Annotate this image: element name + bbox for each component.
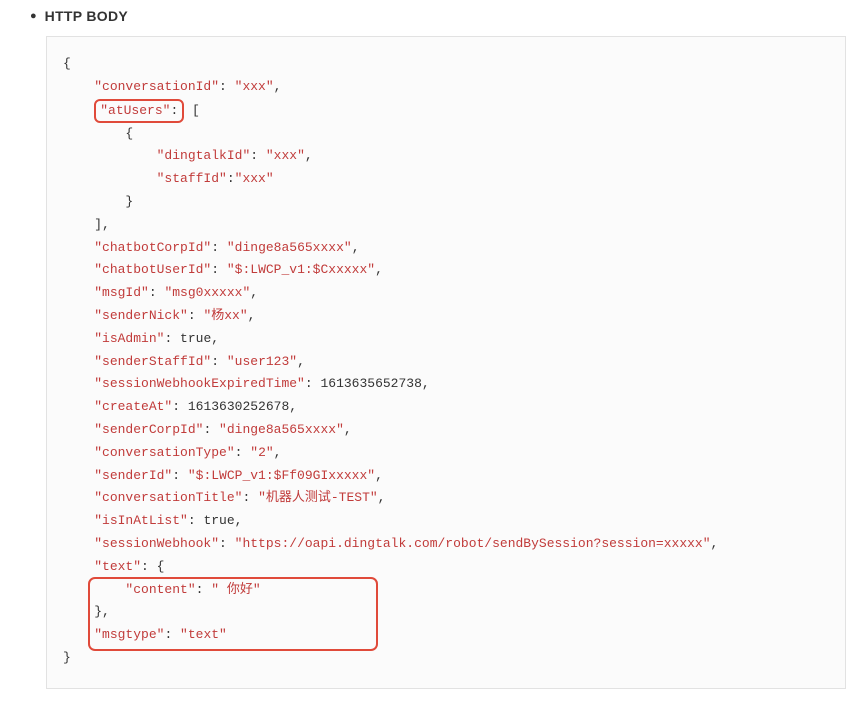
val-dingtalkId: "xxx" xyxy=(266,148,305,163)
val-senderNick: "杨xx" xyxy=(203,308,247,323)
val-createAt: 1613630252678 xyxy=(188,399,289,414)
key-chatbotCorpId: "chatbotCorpId" xyxy=(94,240,211,255)
key-dingtalkId: "dingtalkId" xyxy=(157,148,251,163)
val-msgtype: "text" xyxy=(180,627,227,642)
code-block: { "conversationId": "xxx", "atUsers": [ … xyxy=(46,36,846,689)
key-msgId: "msgId" xyxy=(94,285,149,300)
key-senderNick: "senderNick" xyxy=(94,308,188,323)
val-sessionWebhook: "https://oapi.dingtalk.com/robot/sendByS… xyxy=(235,536,711,551)
val-content: " 你好" xyxy=(211,582,260,597)
key-atUsers: "atUsers" xyxy=(100,103,170,118)
val-staffId: "xxx" xyxy=(235,171,274,186)
val-conversationType: "2" xyxy=(250,445,273,460)
val-msgId: "msg0xxxxx" xyxy=(164,285,250,300)
key-conversationTitle: "conversationTitle" xyxy=(94,490,242,505)
key-staffId: "staffId" xyxy=(157,171,227,186)
val-isAdmin: true xyxy=(180,331,211,346)
val-isInAtList: true xyxy=(203,513,234,528)
key-senderStaffId: "senderStaffId" xyxy=(94,354,211,369)
key-isInAtList: "isInAtList" xyxy=(94,513,188,528)
val-conversationId: "xxx" xyxy=(235,79,274,94)
key-senderCorpId: "senderCorpId" xyxy=(94,422,203,437)
val-senderStaffId: "user123" xyxy=(227,354,297,369)
key-createAt: "createAt" xyxy=(94,399,172,414)
key-conversationType: "conversationType" xyxy=(94,445,234,460)
key-msgtype: "msgtype" xyxy=(94,627,164,642)
key-senderId: "senderId" xyxy=(94,468,172,483)
val-chatbotCorpId: "dinge8a565xxxx" xyxy=(227,240,352,255)
heading-text: HTTP BODY xyxy=(45,8,128,24)
key-text: "text" xyxy=(94,559,141,574)
key-sessionWebhookExpiredTime: "sessionWebhookExpiredTime" xyxy=(94,376,305,391)
val-senderCorpId: "dinge8a565xxxx" xyxy=(219,422,344,437)
key-conversationId: "conversationId" xyxy=(94,79,219,94)
val-sessionWebhookExpiredTime: 1613635652738 xyxy=(320,376,421,391)
bullet-icon: ● xyxy=(30,11,37,22)
key-isAdmin: "isAdmin" xyxy=(94,331,164,346)
key-chatbotUserId: "chatbotUserId" xyxy=(94,262,211,277)
val-chatbotUserId: "$:LWCP_v1:$Cxxxxx" xyxy=(227,262,375,277)
val-senderId: "$:LWCP_v1:$Ff09GIxxxxx" xyxy=(188,468,375,483)
val-conversationTitle: "机器人测试-TEST" xyxy=(258,490,378,505)
key-content: "content" xyxy=(125,582,195,597)
section-heading: ● HTTP BODY xyxy=(30,8,846,24)
key-sessionWebhook: "sessionWebhook" xyxy=(94,536,219,551)
